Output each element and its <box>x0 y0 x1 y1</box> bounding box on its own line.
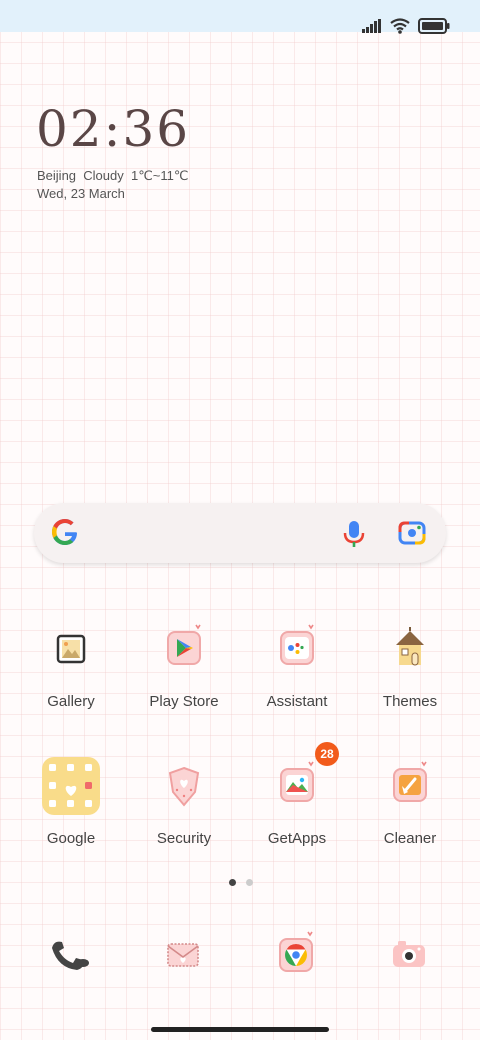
google-lens-icon[interactable] <box>398 520 426 546</box>
app-themes[interactable]: Themes <box>360 619 460 710</box>
page-indicator[interactable] <box>229 879 253 886</box>
app-label: Cleaner <box>383 830 437 847</box>
app-assistant[interactable]: Assistant <box>247 619 347 710</box>
weather-temperature: 1℃~11℃ <box>130 168 189 183</box>
google-search-bar[interactable] <box>34 503 446 563</box>
dock-chrome[interactable] <box>266 926 326 986</box>
app-getapps[interactable]: 28 GetApps <box>247 742 347 847</box>
app-label: Assistant <box>266 693 328 710</box>
cleaner-icon <box>380 756 440 816</box>
page-dot-1[interactable] <box>229 879 236 886</box>
app-security[interactable]: Security <box>134 756 234 847</box>
assistant-icon <box>267 619 327 679</box>
app-label: Play Store <box>149 693 219 710</box>
weather-city: Beijing <box>37 168 77 183</box>
clock-widget[interactable]: 02:36 <box>36 100 190 158</box>
battery-icon <box>418 18 450 34</box>
app-label: Themes <box>382 693 438 710</box>
themes-icon <box>380 619 440 679</box>
signal-icon <box>362 19 381 33</box>
google-g-icon <box>52 519 77 545</box>
microphone-icon[interactable] <box>342 519 366 549</box>
home-indicator[interactable] <box>151 1027 329 1032</box>
dock-phone[interactable] <box>40 926 100 986</box>
dock-camera[interactable] <box>379 926 439 986</box>
app-google-folder[interactable]: Google <box>21 756 121 847</box>
gallery-icon <box>41 619 101 679</box>
camera-icon <box>393 941 425 967</box>
status-bar <box>0 0 480 34</box>
security-icon <box>154 756 214 816</box>
app-gallery[interactable]: Gallery <box>21 619 121 710</box>
dock-messages[interactable] <box>153 926 213 986</box>
weather-condition: Cloudy <box>83 168 124 183</box>
getapps-icon: 28 <box>267 742 339 816</box>
app-cleaner[interactable]: Cleaner <box>360 756 460 847</box>
chrome-icon <box>279 931 313 972</box>
app-label: Gallery <box>47 693 95 710</box>
page-dot-2[interactable] <box>246 879 253 886</box>
notification-badge: 28 <box>315 742 339 766</box>
phone-icon <box>52 941 89 970</box>
play-store-icon <box>154 619 214 679</box>
weather-info[interactable]: Beijing Cloudy 1℃~11℃ <box>37 168 189 184</box>
wifi-icon <box>390 18 410 34</box>
app-label: GetApps <box>267 830 327 847</box>
date-text: Wed, 23 March <box>37 186 125 201</box>
app-label: Google <box>46 830 96 847</box>
messages-icon <box>167 943 199 967</box>
google-folder-icon <box>41 756 101 816</box>
app-play-store[interactable]: Play Store <box>134 619 234 710</box>
app-label: Security <box>156 830 212 847</box>
